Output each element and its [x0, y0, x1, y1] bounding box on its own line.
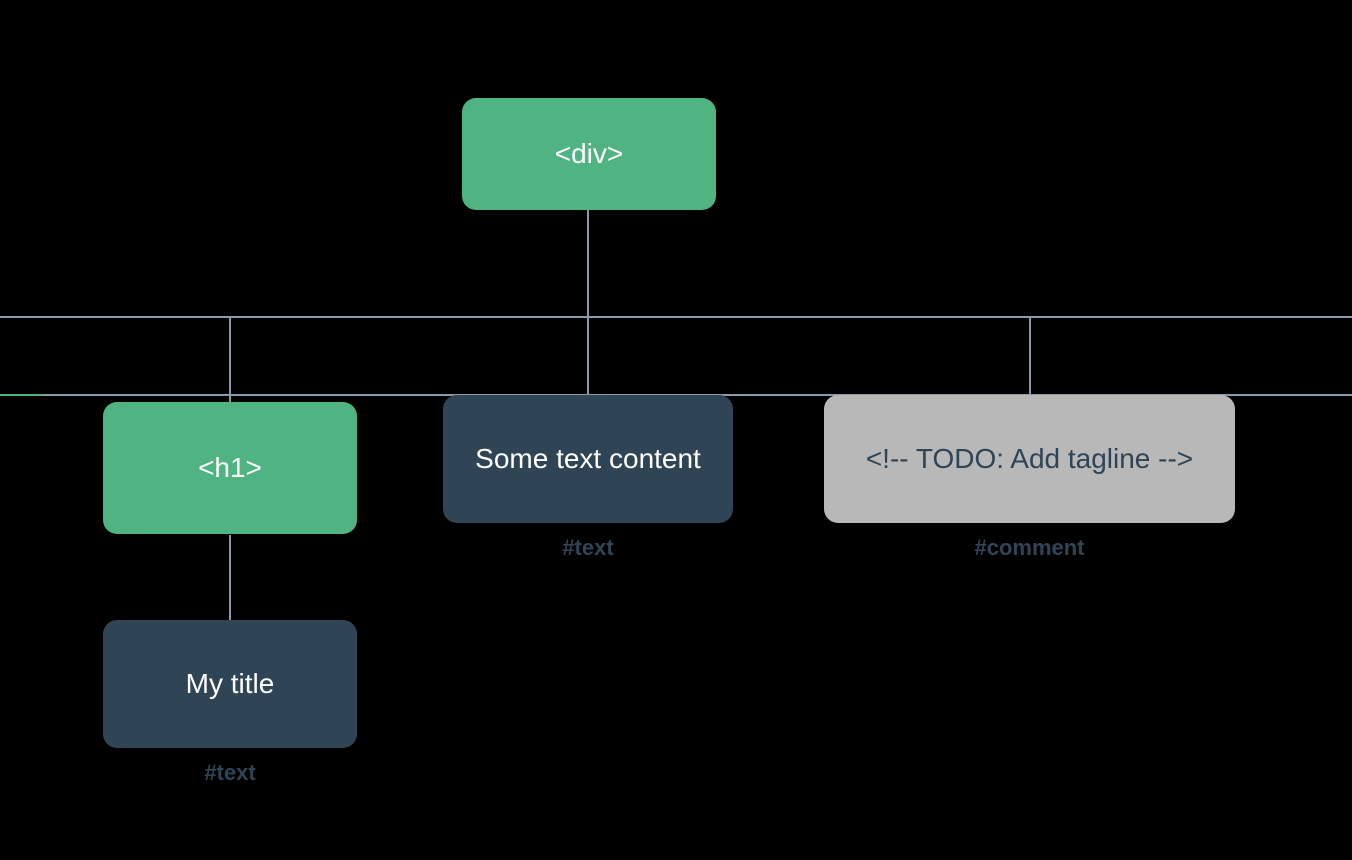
node-text-title: My title: [103, 620, 357, 748]
node-div-element: <div>: [462, 98, 716, 210]
caption-comment: #comment: [824, 535, 1235, 561]
node-h1-element: <h1>: [103, 402, 357, 534]
node-label: <!-- TODO: Add tagline -->: [866, 441, 1193, 477]
node-comment: <!-- TODO: Add tagline -->: [824, 395, 1235, 523]
node-label: <h1>: [198, 450, 262, 486]
node-label: <div>: [555, 136, 624, 172]
node-text-some: Some text content: [443, 395, 733, 523]
caption-text-title: #text: [103, 760, 357, 786]
node-label: My title: [186, 666, 275, 702]
node-label: Some text content: [475, 441, 701, 477]
caption-text-some: #text: [443, 535, 733, 561]
